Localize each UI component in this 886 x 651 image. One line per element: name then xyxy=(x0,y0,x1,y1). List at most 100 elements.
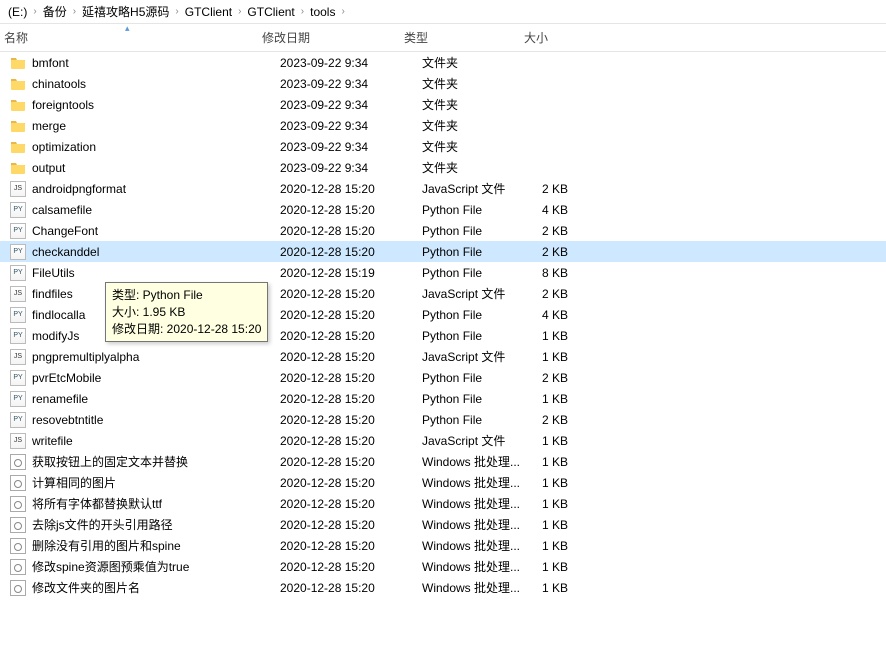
file-row[interactable]: JS pngpremultiplyalpha2020-12-28 15:20Jav… xyxy=(0,346,886,367)
file-type: 文件夹 xyxy=(422,138,542,155)
file-row[interactable]: chinatools2023-09-22 9:34文件夹 xyxy=(0,73,886,94)
file-row[interactable]: PYChangeFont2020-12-28 15:20Python File2… xyxy=(0,220,886,241)
file-type: Windows 批处理... xyxy=(422,579,542,596)
file-name: 修改spine资源图预乘值为true xyxy=(32,558,280,575)
file-row[interactable]: output2023-09-22 9:34文件夹 xyxy=(0,157,886,178)
file-type: Windows 批处理... xyxy=(422,516,542,533)
file-date: 2020-12-28 15:20 xyxy=(280,287,422,301)
file-date: 2020-12-28 15:20 xyxy=(280,245,422,259)
file-row[interactable]: foreigntools2023-09-22 9:34文件夹 xyxy=(0,94,886,115)
python-file-icon: PY xyxy=(10,202,26,218)
breadcrumb-part[interactable]: 备份 xyxy=(41,3,69,20)
file-date: 2020-12-28 15:20 xyxy=(280,581,422,595)
file-size: 2 KB xyxy=(542,287,622,301)
python-file-icon: PY xyxy=(10,412,26,428)
breadcrumb[interactable]: (E:) › 备份 › 延禧攻略H5源码 › GTClient › GTClie… xyxy=(0,0,886,24)
file-type: 文件夹 xyxy=(422,75,542,92)
file-name: foreigntools xyxy=(32,98,280,112)
file-row[interactable]: 去除js文件的开头引用路径2020-12-28 15:20Windows 批处理… xyxy=(0,514,886,535)
file-row[interactable]: PYrenamefile2020-12-28 15:20Python File1… xyxy=(0,388,886,409)
file-date: 2020-12-28 15:20 xyxy=(280,539,422,553)
file-type: JavaScript 文件 xyxy=(422,432,542,449)
file-row[interactable]: 修改文件夹的图片名2020-12-28 15:20Windows 批处理...1… xyxy=(0,577,886,598)
file-size: 2 KB xyxy=(542,224,622,238)
file-name: calsamefile xyxy=(32,203,280,217)
header-size[interactable]: 大小 ▾ xyxy=(520,24,600,51)
file-row[interactable]: 获取按钮上的固定文本并替换2020-12-28 15:20Windows 批处理… xyxy=(0,451,886,472)
breadcrumb-part[interactable]: 延禧攻略H5源码 xyxy=(80,3,171,20)
file-date: 2020-12-28 15:20 xyxy=(280,455,422,469)
header-type[interactable]: 类型 ▾ xyxy=(400,24,520,51)
file-row[interactable]: PYcheckanddel2020-12-28 15:20Python File… xyxy=(0,241,886,262)
file-name: 修改文件夹的图片名 xyxy=(32,579,280,596)
file-row[interactable]: 将所有字体都替换默认ttf2020-12-28 15:20Windows 批处理… xyxy=(0,493,886,514)
breadcrumb-part[interactable]: (E:) xyxy=(6,5,29,19)
file-size: 2 KB xyxy=(542,182,622,196)
chevron-right-icon: › xyxy=(175,6,178,17)
header-label: 名称 xyxy=(4,29,28,46)
file-date: 2020-12-28 15:20 xyxy=(280,350,422,364)
file-row[interactable]: 删除没有引用的图片和spine2020-12-28 15:20Windows 批… xyxy=(0,535,886,556)
file-type: Python File xyxy=(422,224,542,238)
javascript-file-icon: JS xyxy=(10,181,26,197)
file-type: Python File xyxy=(422,329,542,343)
breadcrumb-part[interactable]: tools xyxy=(308,5,337,19)
batch-file-icon xyxy=(10,517,26,533)
file-name: writefile xyxy=(32,434,280,448)
header-date[interactable]: 修改日期 ▾ xyxy=(258,24,400,51)
javascript-file-icon: JS xyxy=(10,349,26,365)
file-name: resovebtntitle xyxy=(32,413,280,427)
file-row[interactable]: bmfont2023-09-22 9:34文件夹 xyxy=(0,52,886,73)
file-size: 1 KB xyxy=(542,581,622,595)
chevron-right-icon: › xyxy=(238,6,241,17)
file-row[interactable]: PYresovebtntitle2020-12-28 15:20Python F… xyxy=(0,409,886,430)
file-row[interactable]: 修改spine资源图预乘值为true2020-12-28 15:20Window… xyxy=(0,556,886,577)
file-row[interactable]: 计算相同的图片2020-12-28 15:20Windows 批处理...1 K… xyxy=(0,472,886,493)
file-size: 4 KB xyxy=(542,203,622,217)
file-row[interactable]: PYFileUtils2020-12-28 15:19Python File8 … xyxy=(0,262,886,283)
file-row[interactable]: PYcalsamefile2020-12-28 15:20Python File… xyxy=(0,199,886,220)
folder-icon xyxy=(10,118,26,134)
file-type: Windows 批处理... xyxy=(422,558,542,575)
file-type: Python File xyxy=(422,203,542,217)
file-row[interactable]: optimization2023-09-22 9:34文件夹 xyxy=(0,136,886,157)
file-size: 1 KB xyxy=(542,476,622,490)
file-type: Python File xyxy=(422,371,542,385)
file-size: 1 KB xyxy=(542,560,622,574)
file-name: pngpremultiplyalpha xyxy=(32,350,280,364)
file-row[interactable]: JSandroidpngformat2020-12-28 15:20JavaSc… xyxy=(0,178,886,199)
chevron-right-icon: › xyxy=(341,6,344,17)
batch-file-icon xyxy=(10,538,26,554)
file-name: merge xyxy=(32,119,280,133)
python-file-icon: PY xyxy=(10,244,26,260)
file-type: Python File xyxy=(422,266,542,280)
file-size: 2 KB xyxy=(542,371,622,385)
file-date: 2020-12-28 15:20 xyxy=(280,560,422,574)
header-label: 修改日期 xyxy=(262,29,310,46)
file-type: JavaScript 文件 xyxy=(422,348,542,365)
javascript-file-icon: JS xyxy=(10,286,26,302)
python-file-icon: PY xyxy=(10,265,26,281)
breadcrumb-part[interactable]: GTClient xyxy=(183,5,234,19)
tooltip-line: 类型: Python File xyxy=(112,287,261,304)
file-name: ChangeFont xyxy=(32,224,280,238)
file-type: 文件夹 xyxy=(422,54,542,71)
file-name: 删除没有引用的图片和spine xyxy=(32,537,280,554)
file-date: 2020-12-28 15:19 xyxy=(280,266,422,280)
file-name: bmfont xyxy=(32,56,280,70)
file-type: Python File xyxy=(422,308,542,322)
file-row[interactable]: PYpvrEtcMobile2020-12-28 15:20Python Fil… xyxy=(0,367,886,388)
file-type: 文件夹 xyxy=(422,159,542,176)
breadcrumb-part[interactable]: GTClient xyxy=(245,5,296,19)
file-name: 去除js文件的开头引用路径 xyxy=(32,516,280,533)
batch-file-icon xyxy=(10,454,26,470)
folder-icon xyxy=(10,160,26,176)
file-row[interactable]: merge2023-09-22 9:34文件夹 xyxy=(0,115,886,136)
folder-icon xyxy=(10,139,26,155)
file-type: Python File xyxy=(422,413,542,427)
file-size: 2 KB xyxy=(542,245,622,259)
python-file-icon: PY xyxy=(10,391,26,407)
file-row[interactable]: JSwritefile2020-12-28 15:20JavaScript 文件… xyxy=(0,430,886,451)
file-type: 文件夹 xyxy=(422,96,542,113)
file-type: JavaScript 文件 xyxy=(422,180,542,197)
